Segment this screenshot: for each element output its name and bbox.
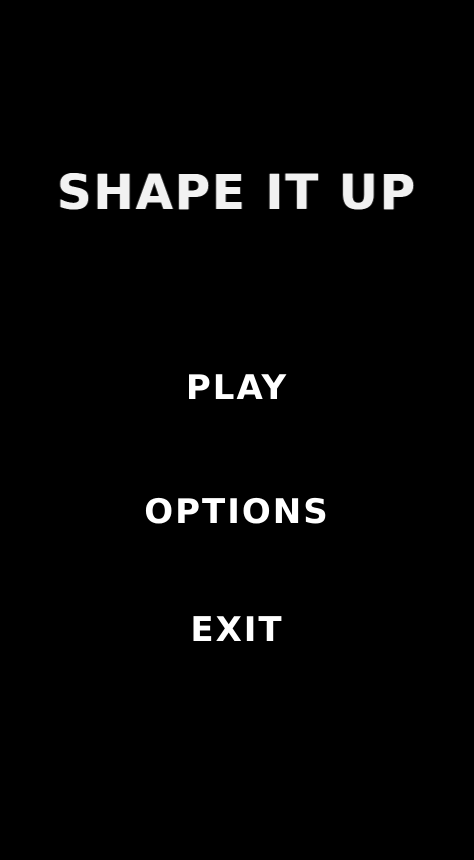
game-title: SHAPE IT UP — [0, 165, 474, 221]
play-button[interactable]: PLAY — [0, 368, 474, 408]
options-button[interactable]: OPTIONS — [0, 492, 474, 532]
exit-button[interactable]: EXIT — [0, 610, 474, 650]
